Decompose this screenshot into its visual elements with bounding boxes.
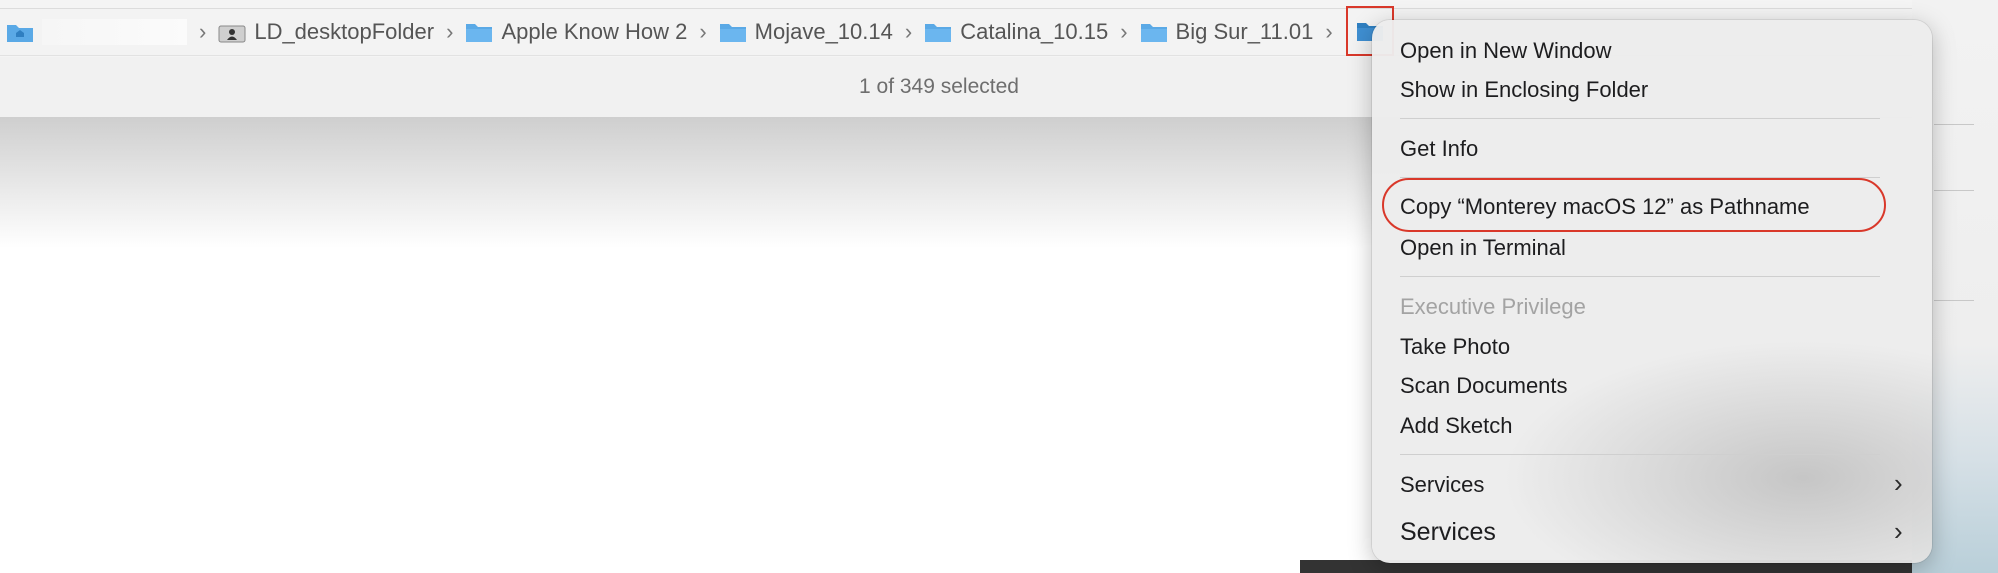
- folder-icon: [719, 21, 747, 43]
- menu-divider: [1400, 276, 1880, 277]
- folder-icon: [465, 21, 493, 43]
- menu-item-get-info[interactable]: Get Info: [1400, 132, 1478, 166]
- path-crumb-catalina[interactable]: Catalina_10.15: [924, 19, 1108, 45]
- folder-icon: [924, 21, 952, 43]
- chevron-right-icon: ›: [1120, 19, 1128, 44]
- home-folder-icon: [6, 21, 34, 43]
- crumb-label: Apple Know How 2: [501, 19, 688, 44]
- chevron-right-icon: ›: [904, 19, 913, 44]
- chevron-right-icon: ›: [699, 19, 707, 44]
- divider: [1934, 300, 1974, 301]
- menu-item-services[interactable]: Services: [1400, 468, 1484, 502]
- crumb-label: LD_desktopFolder: [254, 19, 435, 44]
- menu-item-services-secondary[interactable]: Services: [1400, 515, 1496, 549]
- divider: [1934, 124, 1974, 125]
- path-crumb-mojave[interactable]: Mojave_10.14: [719, 19, 893, 45]
- menu-item-show-enclosing-folder[interactable]: Show in Enclosing Folder: [1400, 73, 1648, 107]
- chevron-right-icon: ›: [446, 19, 454, 44]
- crumb-label: Catalina_10.15: [960, 19, 1109, 44]
- selection-count: 1 of 349 selected: [859, 75, 1019, 98]
- user-folder-icon: [218, 21, 246, 43]
- divider: [1934, 190, 1974, 191]
- chevron-right-icon: ›: [1325, 19, 1333, 44]
- folder-icon: [1140, 21, 1168, 43]
- menu-item-executive-privilege: Executive Privilege: [1400, 294, 1586, 319]
- crumb-label: Big Sur_11.01: [1175, 19, 1314, 44]
- chevron-right-icon: ›: [199, 19, 207, 44]
- path-crumb-root[interactable]: [6, 19, 187, 45]
- menu-item-scan-documents[interactable]: Scan Documents: [1400, 369, 1568, 403]
- menu-item-open-in-terminal[interactable]: Open in Terminal: [1400, 231, 1566, 265]
- path-crumb-apple-know-how[interactable]: Apple Know How 2: [465, 19, 687, 45]
- menu-item-add-sketch[interactable]: Add Sketch: [1400, 409, 1513, 443]
- hidden-name: [42, 19, 187, 45]
- menu-divider: [1400, 118, 1880, 119]
- chevron-right-icon: ›: [1894, 516, 1903, 546]
- window-shadow: [0, 118, 1400, 248]
- menu-divider: [1400, 454, 1880, 455]
- path-crumb-big-sur[interactable]: Big Sur_11.01: [1140, 19, 1314, 45]
- menu-item-copy-pathname[interactable]: Copy “Monterey macOS 12” as Pathname: [1400, 190, 1810, 224]
- chevron-right-icon: ›: [1894, 468, 1903, 498]
- menu-item-open-new-window[interactable]: Open in New Window: [1400, 34, 1612, 68]
- menu-item-take-photo[interactable]: Take Photo: [1400, 330, 1510, 364]
- crumb-label: Mojave_10.14: [754, 19, 893, 44]
- context-menu: Open in New Window Show in Enclosing Fol…: [1372, 20, 1932, 563]
- path-crumb-desktopfolder[interactable]: LD_desktopFolder: [218, 19, 434, 45]
